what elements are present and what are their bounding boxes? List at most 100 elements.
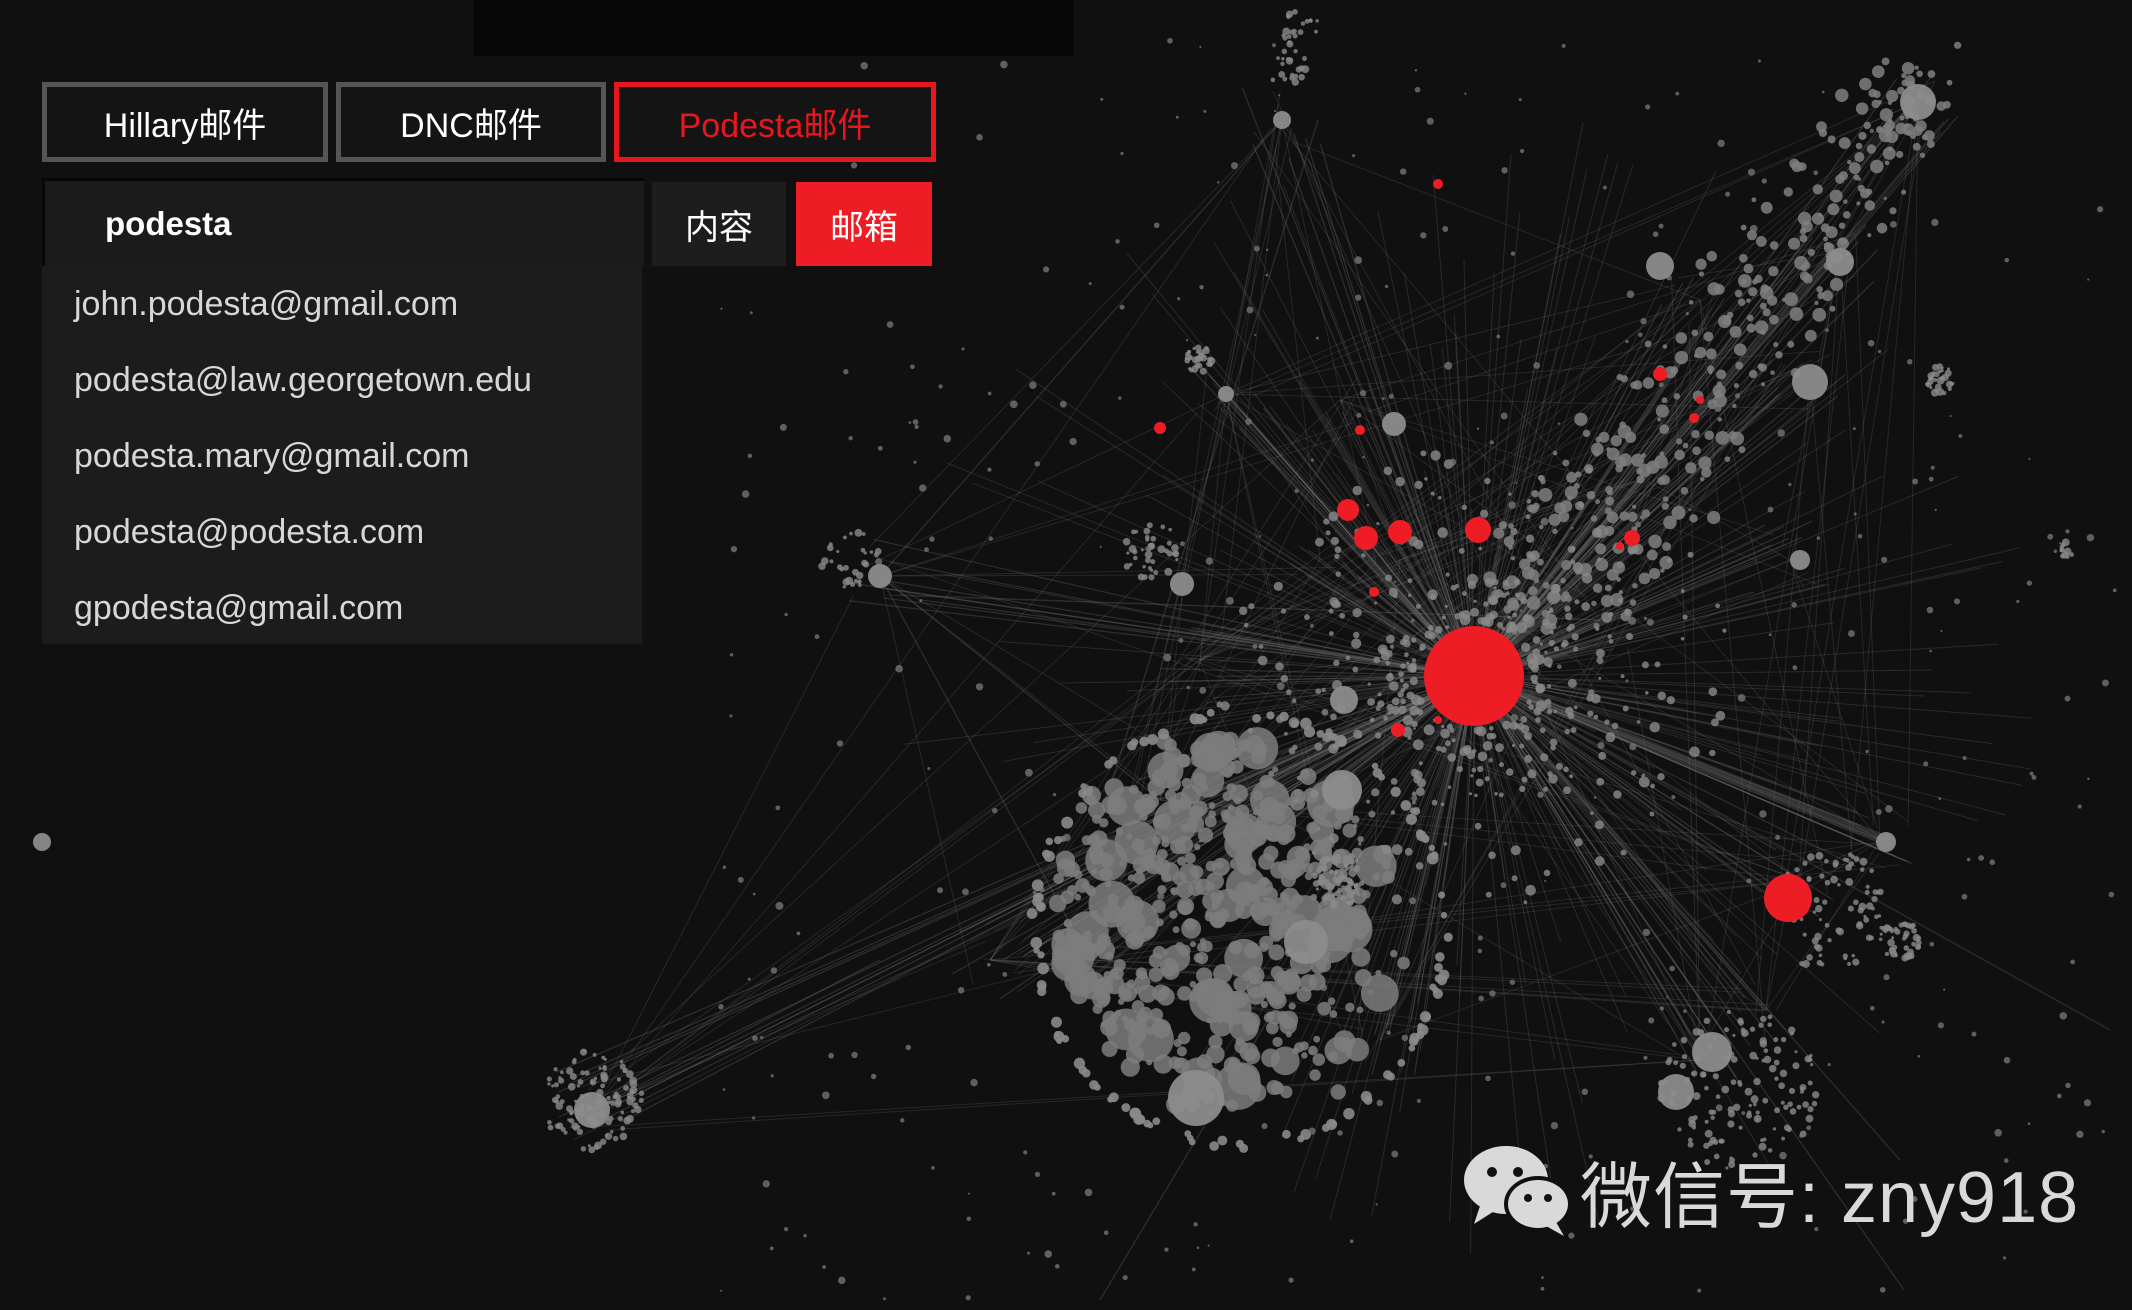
graph-node[interactable] xyxy=(822,1091,830,1100)
graph-node[interactable] xyxy=(1816,286,1823,293)
graph-node[interactable] xyxy=(1487,595,1498,605)
graph-node[interactable] xyxy=(1322,770,1362,810)
graph-node[interactable] xyxy=(2053,549,2058,553)
graph-node[interactable] xyxy=(2077,804,2082,809)
graph-node[interactable] xyxy=(741,490,750,498)
graph-node[interactable] xyxy=(1203,109,1207,113)
graph-node[interactable] xyxy=(1914,65,1919,70)
graph-node[interactable] xyxy=(1519,785,1526,793)
graph-node[interactable] xyxy=(1484,577,1494,588)
graph-node[interactable] xyxy=(1549,738,1558,747)
graph-node[interactable] xyxy=(1371,999,1374,1002)
graph-node[interactable] xyxy=(1206,708,1215,717)
graph-node[interactable] xyxy=(1826,248,1854,276)
graph-node[interactable] xyxy=(1613,790,1622,799)
graph-node[interactable] xyxy=(1755,1110,1760,1115)
graph-node[interactable] xyxy=(2069,552,2074,557)
graph-node[interactable] xyxy=(1206,1045,1225,1064)
graph-node[interactable] xyxy=(1208,363,1213,367)
graph-node[interactable] xyxy=(1689,746,1700,758)
graph-node[interactable] xyxy=(1824,879,1831,886)
graph-node[interactable] xyxy=(1746,298,1751,303)
graph-node[interactable] xyxy=(1348,864,1355,871)
graph-node[interactable] xyxy=(1863,914,1867,919)
graph-node[interactable] xyxy=(1229,858,1241,870)
graph-node[interactable] xyxy=(1695,258,1707,270)
graph-node[interactable] xyxy=(1797,211,1812,226)
graph-node[interactable] xyxy=(1147,734,1159,745)
graph-node[interactable] xyxy=(1252,809,1259,816)
graph-node[interactable] xyxy=(1163,653,1172,662)
graph-node[interactable] xyxy=(1288,747,1296,755)
graph-node[interactable] xyxy=(1273,581,1283,591)
graph-node[interactable] xyxy=(1281,56,1285,61)
graph-node[interactable] xyxy=(2101,1129,2105,1134)
graph-node[interactable] xyxy=(1385,673,1394,682)
graph-node[interactable] xyxy=(1352,154,1356,158)
graph-node[interactable] xyxy=(614,1100,622,1108)
graph-node[interactable] xyxy=(1734,393,1741,399)
graph-node[interactable] xyxy=(1895,150,1904,159)
graph-node[interactable] xyxy=(634,1105,642,1114)
graph-node[interactable] xyxy=(1546,708,1553,715)
graph-node[interactable] xyxy=(1199,367,1207,375)
graph-node[interactable] xyxy=(1715,1094,1721,1100)
graph-node[interactable] xyxy=(2102,679,2109,687)
graph-node[interactable] xyxy=(1169,910,1178,919)
graph-node[interactable] xyxy=(1937,1022,1944,1029)
graph-node[interactable] xyxy=(1450,584,1457,591)
graph-node[interactable] xyxy=(1774,1107,1781,1114)
graph-node[interactable] xyxy=(1773,1046,1782,1054)
graph-node[interactable] xyxy=(1193,1222,1198,1227)
graph-node[interactable] xyxy=(1737,1080,1742,1085)
graph-node[interactable] xyxy=(1146,1059,1153,1066)
graph-node[interactable] xyxy=(1045,837,1054,846)
graph-node[interactable] xyxy=(1587,710,1594,717)
graph-node[interactable] xyxy=(1510,714,1519,722)
graph-node[interactable] xyxy=(1413,727,1417,730)
graph-node[interactable] xyxy=(1087,887,1096,897)
graph-node[interactable] xyxy=(1383,716,1388,721)
graph-node[interactable] xyxy=(992,807,998,814)
graph-node[interactable] xyxy=(1122,1275,1128,1281)
graph-node[interactable] xyxy=(1518,98,1522,102)
graph-node[interactable] xyxy=(1912,478,1919,485)
graph-node[interactable] xyxy=(1268,944,1285,961)
graph-node[interactable] xyxy=(2065,554,2070,559)
graph-node[interactable] xyxy=(1691,429,1700,439)
graph-node[interactable] xyxy=(1172,871,1187,886)
graph-node[interactable] xyxy=(2027,1122,2031,1126)
graph-node[interactable] xyxy=(600,1138,607,1145)
graph-node[interactable] xyxy=(1823,236,1829,242)
graph-node[interactable] xyxy=(1502,579,1509,586)
graph-node[interactable] xyxy=(1376,1099,1384,1107)
graph-node[interactable] xyxy=(1971,1031,1977,1037)
graph-node[interactable] xyxy=(1818,917,1823,922)
graph-node[interactable] xyxy=(1120,1057,1140,1077)
graph-node[interactable] xyxy=(1173,1057,1190,1074)
graph-node[interactable] xyxy=(1456,765,1463,773)
graph-node[interactable] xyxy=(567,1082,576,1091)
graph-node[interactable] xyxy=(606,1095,611,1101)
graph-node[interactable] xyxy=(1199,687,1207,694)
graph-node[interactable] xyxy=(1706,250,1718,262)
graph-node[interactable] xyxy=(1366,799,1371,804)
graph-node[interactable] xyxy=(836,740,844,747)
graph-node[interactable] xyxy=(1168,527,1173,532)
graph-node[interactable] xyxy=(1737,1017,1744,1024)
graph-node[interactable] xyxy=(2002,1256,2007,1260)
graph-node[interactable] xyxy=(850,162,858,169)
graph-node[interactable] xyxy=(1296,775,1302,781)
graph-node[interactable] xyxy=(1142,925,1156,939)
graph-node[interactable] xyxy=(1276,56,1280,61)
graph-node[interactable] xyxy=(558,1076,562,1080)
graph-node[interactable] xyxy=(1226,1099,1239,1112)
graph-node[interactable] xyxy=(1650,783,1656,789)
graph-node[interactable] xyxy=(1822,290,1833,302)
graph-node[interactable] xyxy=(1184,357,1191,364)
graph-node[interactable] xyxy=(1345,1002,1355,1013)
graph-node[interactable] xyxy=(1230,793,1236,799)
graph-node[interactable] xyxy=(1783,1124,1791,1132)
graph-node[interactable] xyxy=(1526,553,1537,563)
graph-node[interactable] xyxy=(1859,867,1865,872)
